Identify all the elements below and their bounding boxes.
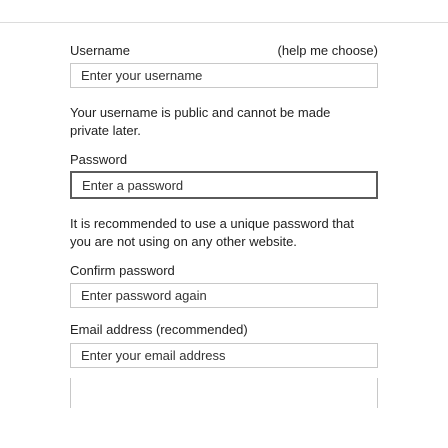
username-label-row: Username (help me choose) bbox=[70, 43, 378, 59]
confirm-password-label: Confirm password bbox=[70, 263, 175, 278]
password-input[interactable] bbox=[70, 171, 378, 199]
signup-page: Username (help me choose) Your username … bbox=[0, 0, 448, 448]
next-field-partial bbox=[70, 378, 378, 408]
signup-form: Username (help me choose) Your username … bbox=[70, 43, 378, 408]
password-hint: It is recommended to use a unique passwo… bbox=[70, 216, 354, 249]
username-input[interactable] bbox=[70, 63, 378, 88]
confirm-password-input[interactable] bbox=[70, 283, 378, 308]
help-me-choose-link[interactable]: (help me choose) bbox=[278, 43, 378, 59]
username-hint: Your username is public and cannot be ma… bbox=[70, 105, 331, 138]
email-input[interactable] bbox=[70, 343, 378, 368]
top-divider bbox=[0, 22, 448, 23]
username-label: Username bbox=[70, 43, 130, 58]
password-label: Password bbox=[70, 152, 128, 167]
email-label: Email address (recommended) bbox=[70, 322, 248, 337]
